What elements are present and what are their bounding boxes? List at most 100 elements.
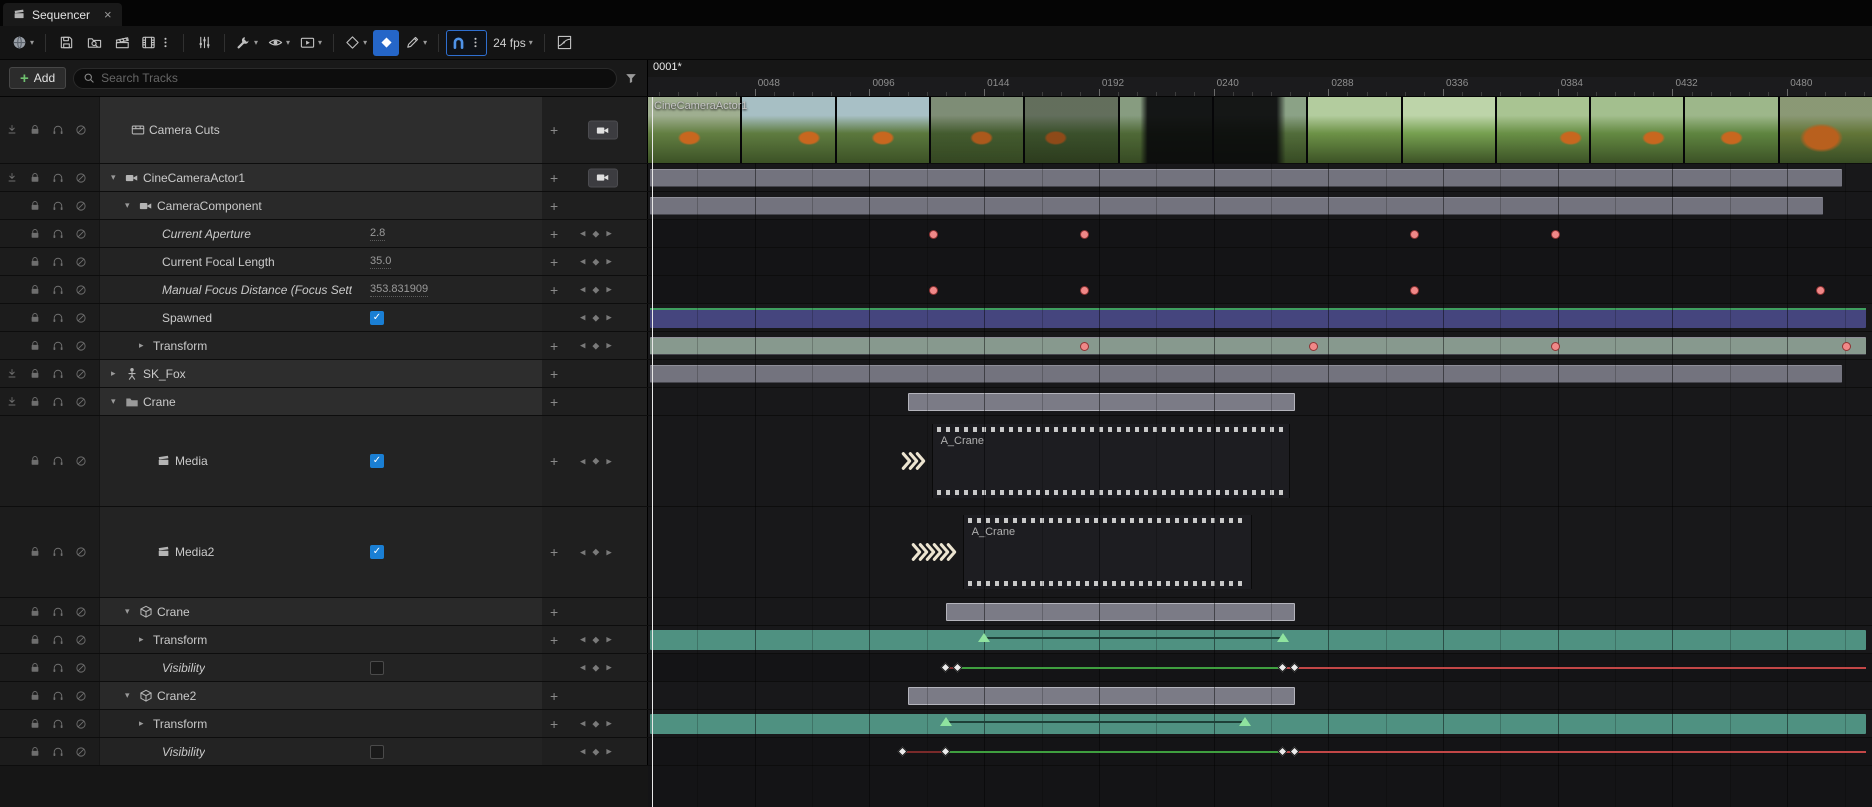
mute-icon[interactable] <box>75 228 87 240</box>
mute-icon[interactable] <box>75 690 87 702</box>
timeline-row-cinecameraactor1[interactable] <box>648 164 1872 191</box>
expander-icon[interactable]: ▸ <box>139 341 149 350</box>
keyframe-triangle[interactable] <box>1276 633 1289 642</box>
prev-key-button[interactable]: ◀ <box>580 314 585 322</box>
mute-icon[interactable] <box>75 606 87 618</box>
media-section[interactable]: A_Crane <box>931 424 1291 498</box>
next-key-button[interactable]: ▶ <box>606 258 611 266</box>
keyframe-diamond[interactable] <box>897 746 908 756</box>
lock-icon[interactable] <box>29 124 41 136</box>
keyframe[interactable] <box>929 285 939 295</box>
section-bar[interactable] <box>945 603 1295 621</box>
keyframe[interactable] <box>1550 341 1560 351</box>
next-key-button[interactable]: ▶ <box>606 314 611 322</box>
lock-icon[interactable] <box>29 718 41 730</box>
headphones-icon[interactable] <box>52 312 64 324</box>
keyframe-diamond[interactable] <box>1277 746 1288 756</box>
section-bar[interactable] <box>649 169 1843 187</box>
section-bar[interactable] <box>907 687 1295 705</box>
headphones-icon[interactable] <box>52 200 64 212</box>
current-frame-display[interactable]: 0001* <box>653 61 682 73</box>
camera-cut-thumbnail[interactable] <box>1308 97 1401 163</box>
camera-cut-thumbnail[interactable] <box>1496 97 1590 163</box>
camera-cut-thumbnail[interactable] <box>1025 97 1118 163</box>
headphones-icon[interactable] <box>52 396 64 408</box>
next-key-button[interactable]: ▶ <box>606 286 611 294</box>
pin-icon[interactable] <box>6 368 18 380</box>
add-section-button[interactable]: + <box>550 227 558 241</box>
add-key-button[interactable]: ◆ <box>592 256 599 267</box>
checkbox[interactable] <box>370 660 384 675</box>
media-section[interactable]: A_Crane <box>962 515 1252 589</box>
add-section-button[interactable]: + <box>550 454 558 468</box>
track-sk-fox[interactable]: ▸ SK_Fox + <box>0 360 648 387</box>
keyframe[interactable] <box>1409 229 1419 239</box>
timeline-row-spawned[interactable] <box>648 304 1872 331</box>
track-current-aperture[interactable]: Current Aperture 2.8 + ◀ ◆ ▶ <box>0 220 648 247</box>
headphones-icon[interactable] <box>52 256 64 268</box>
section-bar[interactable] <box>649 337 1867 355</box>
prev-key-button[interactable]: ◀ <box>580 720 585 728</box>
headphones-icon[interactable] <box>52 634 64 646</box>
mute-icon[interactable] <box>75 455 87 467</box>
track-visibility-crane2[interactable]: Visibility ◀ ◆ ▶ <box>0 738 648 765</box>
keyframe[interactable] <box>1080 285 1090 295</box>
track-cinecameraactor1[interactable]: ▾ CineCameraActor1 + <box>0 164 648 191</box>
headphones-icon[interactable] <box>52 746 64 758</box>
lock-icon[interactable] <box>29 340 41 352</box>
headphones-icon[interactable] <box>52 368 64 380</box>
timeline-row-transform-camera[interactable] <box>648 332 1872 359</box>
expander-icon[interactable]: ▾ <box>125 201 135 210</box>
next-key-button[interactable]: ▶ <box>606 720 611 728</box>
track-visibility-crane[interactable]: Visibility ◀ ◆ ▶ <box>0 654 648 681</box>
keyframe[interactable] <box>1080 341 1090 351</box>
keyframe-triangle[interactable] <box>1238 717 1251 726</box>
add-section-button[interactable]: + <box>550 255 558 269</box>
next-key-button[interactable]: ▶ <box>606 230 611 238</box>
add-key-button[interactable]: ◆ <box>592 718 599 729</box>
keying-options-button[interactable]: ▾ <box>341 30 371 56</box>
lock-icon[interactable] <box>29 228 41 240</box>
section-bar[interactable] <box>649 365 1843 383</box>
timeline-row-cameracomponent[interactable] <box>648 192 1872 219</box>
lock-icon[interactable] <box>29 172 41 184</box>
sequence-browser-button[interactable]: ▾ <box>8 30 38 56</box>
mute-icon[interactable] <box>75 124 87 136</box>
expander-icon[interactable]: ▾ <box>125 691 135 700</box>
property-value[interactable]: 2.8 <box>370 227 386 241</box>
section-bar[interactable] <box>649 630 1867 650</box>
keyframe[interactable] <box>1309 341 1319 351</box>
timeline-row-current-aperture[interactable] <box>648 220 1872 247</box>
section-bar[interactable] <box>649 714 1867 734</box>
add-key-button[interactable]: ◆ <box>592 746 599 757</box>
tools-button[interactable]: ▾ <box>232 30 262 56</box>
add-section-button[interactable]: + <box>550 545 558 559</box>
timeline-row-visibility-crane2[interactable] <box>648 738 1872 765</box>
track-cameracomponent[interactable]: ▾ CameraComponent + <box>0 192 648 219</box>
camera-cut-thumbnail[interactable] <box>930 97 1024 163</box>
expander-icon[interactable]: ▾ <box>111 397 121 406</box>
track-transform-camera[interactable]: ▸ Transform + ◀ ◆ ▶ <box>0 332 648 359</box>
track-current-focal-length[interactable]: Current Focal Length 35.0 + ◀ ◆ ▶ <box>0 248 648 275</box>
prev-key-button[interactable]: ◀ <box>580 230 585 238</box>
lock-icon[interactable] <box>29 606 41 618</box>
add-key-button[interactable]: ◆ <box>592 456 599 467</box>
keyframe[interactable] <box>1409 285 1419 295</box>
keyframe-triangle[interactable] <box>978 633 991 642</box>
add-key-button[interactable]: ◆ <box>592 312 599 323</box>
tab-sequencer[interactable]: Sequencer × <box>3 3 122 26</box>
add-track-button[interactable]: + Add <box>9 67 67 89</box>
mute-icon[interactable] <box>75 662 87 674</box>
add-section-button[interactable]: + <box>550 605 558 619</box>
camera-cut-thumbnail[interactable] <box>1591 97 1684 163</box>
pin-icon[interactable] <box>6 124 18 136</box>
timeline-row-transform-crane[interactable] <box>648 626 1872 653</box>
add-key-button[interactable]: ◆ <box>592 547 599 558</box>
mute-icon[interactable] <box>75 634 87 646</box>
timeline-row-camera-cuts[interactable]: CineCameraActor1 <box>648 97 1872 163</box>
search-tracks-box[interactable] <box>73 67 617 89</box>
camera-lock-button[interactable] <box>588 168 618 187</box>
mute-icon[interactable] <box>75 172 87 184</box>
render-movie-button[interactable] <box>109 30 135 56</box>
track-crane-folder[interactable]: ▾ Crane + <box>0 388 648 415</box>
